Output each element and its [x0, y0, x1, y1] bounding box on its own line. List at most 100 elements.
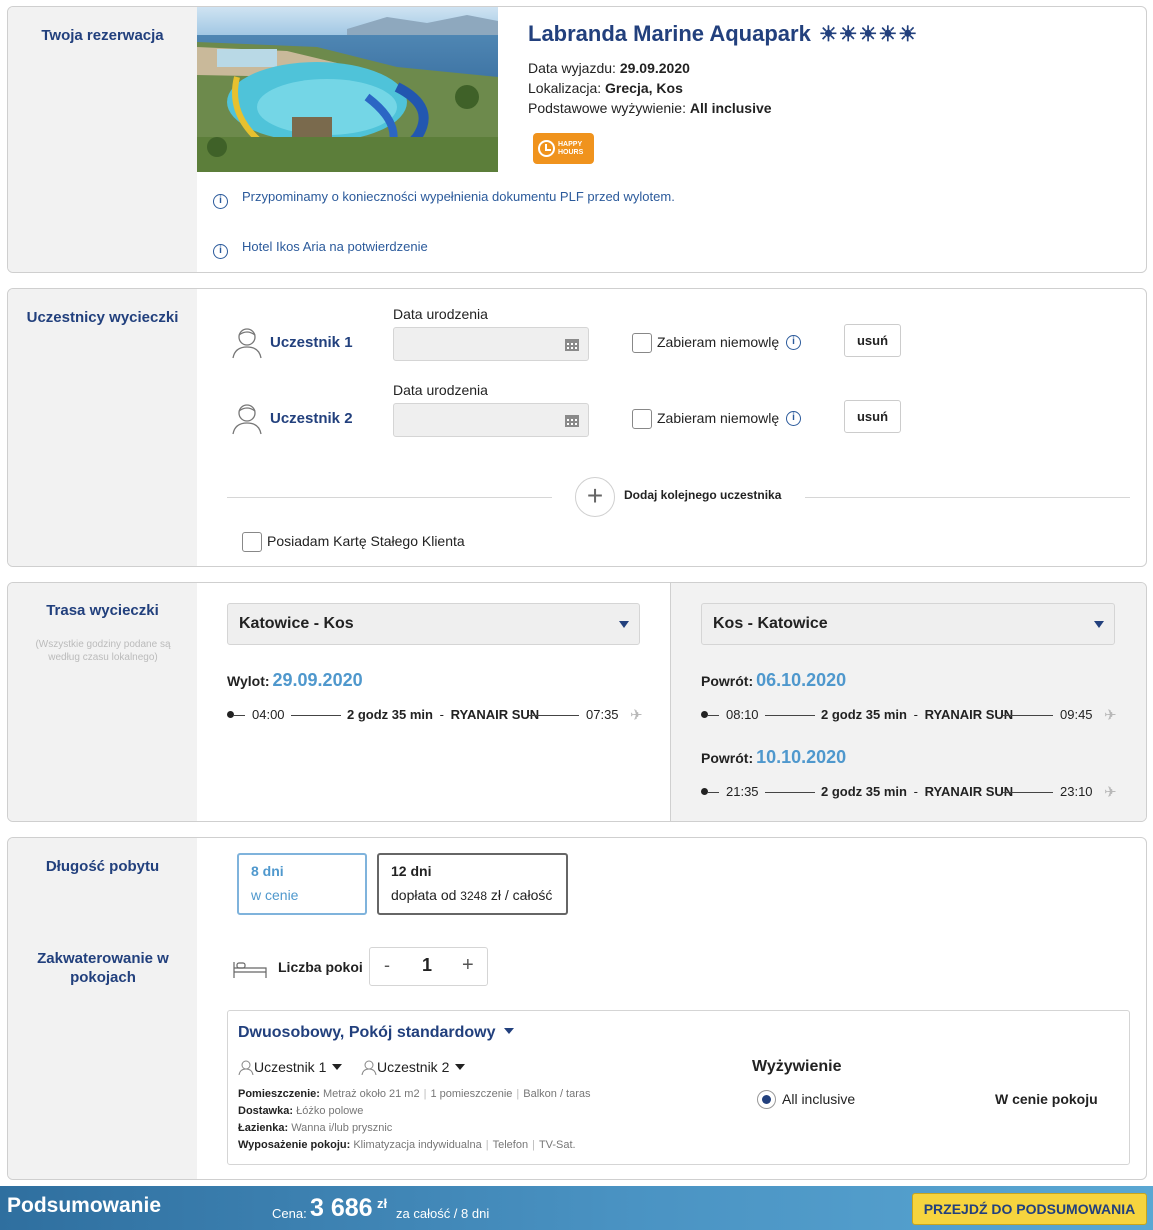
inbound-flight-1-label: Powrót: [701, 673, 754, 689]
surcharge-prefix: dopłata od [391, 887, 457, 903]
hotel-name[interactable]: Labranda Marine Aquapark ☀☀☀☀☀ [528, 21, 918, 47]
leg-line [233, 715, 245, 716]
info-plf-text: Przypominamy o konieczności wypełnienia … [242, 189, 675, 204]
room-type-select[interactable]: Dwuosobowy, Pokój standardowy [238, 1024, 514, 1042]
meal-all-inclusive-label[interactable]: All inclusive [782, 1091, 855, 1107]
participant-1-birth-date-input[interactable] [393, 327, 589, 361]
rooms-stepper[interactable]: - 1 + [369, 947, 488, 986]
person-icon [232, 404, 262, 435]
inbound-flight-2-leg: 21:35 2 godz 35 min - RYANAIR SUN 23:10 … [701, 783, 1121, 801]
inbound-flight-1-dep-time: 08:10 [726, 707, 759, 722]
spec-extra-bed-value: Łóżko polowe [296, 1105, 364, 1117]
person-icon [238, 1060, 254, 1075]
happy-hours-badge: HAPPY HOURS [533, 133, 594, 164]
departure-date-value: 29.09.2020 [619, 60, 690, 76]
leg-line [1003, 715, 1053, 716]
participant-2-name: Uczestnik 2 [270, 410, 353, 427]
spec-bathroom: Łazienka: Wanna i/lub prysznic [238, 1122, 392, 1134]
info-icon: i [213, 244, 228, 259]
inbound-flight-1-header: Powrót: 06.10.2020 [701, 670, 846, 691]
birth-date-label: Data urodzenia [393, 382, 488, 398]
participant-2-birth-date-input[interactable] [393, 403, 589, 437]
person-icon [361, 1060, 377, 1075]
bed-icon [233, 962, 267, 978]
outbound-route-value: Katowice - Kos [239, 615, 354, 632]
participant-1-remove-button[interactable]: usuń [844, 324, 901, 357]
inbound-route-value: Kos - Katowice [713, 615, 828, 632]
inbound-flight-1-leg: 08:10 2 godz 35 min - RYANAIR SUN 09:45 … [701, 706, 1121, 724]
hotel-name-text[interactable]: Labranda Marine Aquapark [528, 21, 811, 46]
participant-2-infant-label: Zabieram niemowlę [657, 410, 780, 426]
add-divider-left [227, 497, 552, 498]
person-icon [232, 328, 262, 359]
spec-bathroom-label: Łazienka: [238, 1122, 289, 1134]
inbound-route-select[interactable]: Kos - Katowice [701, 603, 1115, 645]
leg-line [707, 792, 719, 793]
spec-bathroom-value: Wanna i/lub prysznic [291, 1122, 393, 1134]
separator-dash: - [439, 707, 444, 722]
stay-option-12-days[interactable]: 12 dni dopłata od 3248 zł / całość [377, 853, 568, 915]
outbound-route-select[interactable]: Katowice - Kos [227, 603, 640, 645]
meal-title: Wyżywienie [752, 1058, 842, 1075]
stay-option-8-days[interactable]: 8 dni w cenie [237, 853, 367, 915]
outbound-airline: RYANAIR SUN [450, 707, 540, 722]
room-card: Dwuosobowy, Pokój standardowy Uczestnik … [227, 1010, 1130, 1165]
rooms-plus-button[interactable]: + [462, 954, 474, 977]
outbound-duration: 2 godz 35 min - RYANAIR SUN [347, 707, 539, 722]
outbound-flight-label: Wylot: [227, 673, 270, 689]
inbound-flight-2-header: Powrót: 10.10.2020 [701, 747, 846, 768]
outbound-duration-text: 2 godz 35 min [347, 707, 433, 722]
add-participant-label[interactable]: Dodaj kolejnego uczestnika [624, 488, 781, 502]
stay-option-8-days-price: w cenie [251, 887, 299, 903]
spec-room-label: Pomieszczenie: [238, 1088, 320, 1100]
inbound-flight-1-date: 06.10.2020 [756, 670, 847, 690]
clock-icon [538, 140, 555, 157]
loyalty-card-label: Posiadam Kartę Stałego Klienta [267, 533, 465, 549]
meal-price: W cenie pokoju [995, 1091, 1098, 1107]
room-occupant-2-select[interactable]: Uczestnik 2 [361, 1059, 466, 1075]
departure-date-label: Data wyjazdu: [528, 60, 616, 76]
surcharge-amount: 3248 [460, 889, 487, 903]
inbound-flight-1-duration: 2 godz 35 min - RYANAIR SUN [821, 707, 1013, 722]
participant-2-remove-button[interactable]: usuń [844, 400, 901, 433]
info-icon[interactable]: i [786, 335, 801, 350]
participant-1-infant-checkbox[interactable] [632, 333, 652, 353]
location-line: Lokalizacja: Grecja, Kos [528, 80, 683, 96]
spec-extra-bed-label: Dostawka: [238, 1105, 294, 1117]
inbound-flight-2-duration: 2 godz 35 min - RYANAIR SUN [821, 784, 1013, 799]
route-panel: Trasa wycieczki (Wszystkie godziny podan… [7, 582, 1147, 822]
spec-room-value-3: Balkon / taras [523, 1088, 591, 1100]
info-icon[interactable]: i [786, 411, 801, 426]
inbound-flight-2-duration-text: 2 godz 35 min [821, 784, 907, 799]
reservation-sidebar [8, 7, 197, 272]
meal-all-inclusive-radio[interactable] [757, 1090, 776, 1109]
departure-date-line: Data wyjazdu: 29.09.2020 [528, 60, 690, 76]
inbound-flight-2-date: 10.10.2020 [756, 747, 847, 767]
loyalty-card-checkbox[interactable] [242, 532, 262, 552]
summary-bar: Podsumowanie Cena: 3 686 zł za całość / … [0, 1186, 1153, 1230]
participant-1-infant-label: Zabieram niemowlę [657, 334, 780, 350]
stay-panel: Długość pobytu Zakwaterowanie w pokojach… [7, 837, 1147, 1180]
add-participant-plus-icon[interactable]: + [575, 477, 615, 517]
spec-equipment-label: Wyposażenie pokoju: [238, 1139, 351, 1151]
spec-equipment-value-2: Telefon [492, 1139, 529, 1151]
participant-2-infant-checkbox[interactable] [632, 409, 652, 429]
summary-price-label: Cena: [272, 1206, 307, 1221]
separator-dash: - [913, 784, 918, 799]
hotel-photo[interactable] [197, 7, 498, 172]
go-to-summary-button[interactable]: PRZEJDŹ DO PODSUMOWANIA [912, 1193, 1147, 1225]
route-time-note: (Wszystkie godziny podane są według czas… [35, 639, 171, 663]
spec-room-value-1: Metraż około 21 m2 [322, 1088, 420, 1100]
inbound-flight-2-dep-time: 21:35 [726, 784, 759, 799]
birth-date-label: Data urodzenia [393, 306, 488, 322]
room-occupant-1-select[interactable]: Uczestnik 1 [238, 1059, 343, 1075]
board-line: Podstawowe wyżywienie: All inclusive [528, 100, 772, 116]
rooms-minus-button[interactable]: - [384, 955, 390, 976]
spec-equipment-value-1: Klimatyzacja indywidualna [353, 1139, 482, 1151]
spec-room-value-2: 1 pomieszczenie [430, 1088, 513, 1100]
reservation-panel: Twoja rezerwacja Labranda Marine Aquapar… [7, 6, 1147, 273]
calendar-icon[interactable] [565, 414, 579, 427]
stay-section-title: Długość pobytu [45, 858, 160, 875]
info-plf: i Przypominamy o konieczności wypełnienia… [213, 189, 675, 209]
calendar-icon[interactable] [565, 338, 579, 351]
